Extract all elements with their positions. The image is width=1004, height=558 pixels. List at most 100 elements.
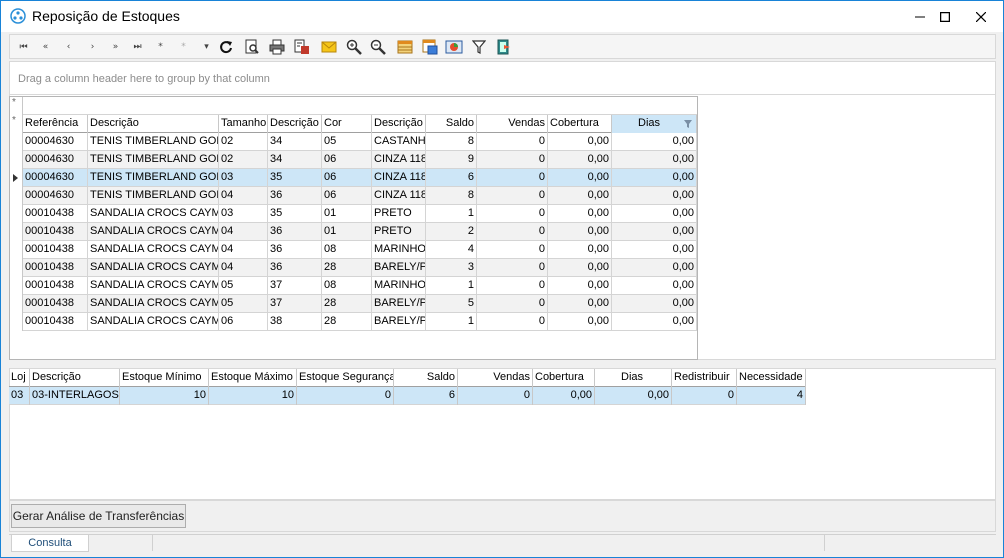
cell-descricao-cor: BARELY/PI <box>372 259 426 277</box>
prev-icon[interactable]: ‹ <box>58 37 78 57</box>
col-header-vendas[interactable]: Vendas <box>477 115 548 133</box>
cell-vendas: 0 <box>477 151 548 169</box>
cell-descricao: TENIS TIMBERLAND GORGE <box>88 169 219 187</box>
filter-nav-icon[interactable]: ▾ <box>196 37 216 57</box>
row-indicator[interactable] <box>10 151 23 169</box>
row-indicator[interactable] <box>10 187 23 205</box>
row-indicator[interactable] <box>10 133 23 151</box>
cell-cor: 01 <box>322 223 372 241</box>
email-icon[interactable] <box>319 37 339 57</box>
cell-descricao: SANDALIA CROCS CAYMAN <box>88 205 219 223</box>
cell-referencia: 00010438 <box>23 277 88 295</box>
table-row[interactable]: 03 03-INTERLAGOS 10 10 0 6 0 0,00 0,00 0… <box>9 387 806 405</box>
cell-saldo: 2 <box>426 223 477 241</box>
col-header-descricao[interactable]: Descrição <box>88 115 219 133</box>
table-row[interactable]: 00004630TENIS TIMBERLAND GORGE043606CINZ… <box>10 187 697 205</box>
row-indicator[interactable] <box>10 205 23 223</box>
table-row[interactable]: 00010438SANDALIA CROCS CAYMAN043608MARIN… <box>10 241 697 259</box>
cell-descricao-tamanho: 38 <box>268 313 322 331</box>
table-row[interactable]: 00004630TENIS TIMBERLAND GORGE033506CINZ… <box>10 169 697 187</box>
col-header-saldo[interactable]: Saldo <box>426 115 477 133</box>
tab-consulta[interactable]: Consulta <box>11 535 89 552</box>
col-header-estoque-maximo[interactable]: Estoque Máximo <box>209 369 297 387</box>
col-header-descricao[interactable]: Descrição <box>30 369 120 387</box>
prev-page-icon[interactable]: « <box>35 37 55 57</box>
cell-descricao-tamanho: 35 <box>268 205 322 223</box>
col-header-loj[interactable]: Loj <box>9 369 30 387</box>
delete-icon[interactable]: * <box>173 37 193 57</box>
zoom-in-icon[interactable] <box>344 37 364 57</box>
exit-icon[interactable] <box>494 37 514 57</box>
cell-necessidade: 4 <box>737 387 806 405</box>
cell-descricao: SANDALIA CROCS CAYMAN <box>88 313 219 331</box>
group-panel[interactable]: Drag a column header here to group by th… <box>9 61 996 95</box>
col-header-cobertura[interactable]: Cobertura <box>548 115 612 133</box>
cell-dias: 0,00 <box>612 295 697 313</box>
cell-descricao-cor: MARINHO, <box>372 241 426 259</box>
col-header-dias[interactable]: Dias <box>612 115 697 133</box>
filter-icon[interactable] <box>469 37 489 57</box>
col-header-vendas[interactable]: Vendas <box>458 369 533 387</box>
row-indicator[interactable] <box>10 241 23 259</box>
table-row[interactable]: 00010438SANDALIA CROCS CAYMAN053708MARIN… <box>10 277 697 295</box>
cell-vendas: 0 <box>477 313 548 331</box>
zoom-out-icon[interactable] <box>368 37 388 57</box>
cell-saldo: 3 <box>426 259 477 277</box>
col-header-descricao-tamanho[interactable]: Descrição <box>268 115 322 133</box>
table-row[interactable]: 00010438SANDALIA CROCS CAYMAN053728BAREL… <box>10 295 697 313</box>
col-header-descricao-cor[interactable]: Descrição <box>372 115 426 133</box>
row-indicator[interactable] <box>10 223 23 241</box>
close-button[interactable] <box>958 1 1003 32</box>
last-icon[interactable]: ⏭ <box>127 37 147 57</box>
col-header-cor[interactable]: Cor <box>322 115 372 133</box>
column-filter-icon[interactable] <box>684 120 692 128</box>
col-header-cobertura[interactable]: Cobertura <box>533 369 595 387</box>
row-indicator[interactable] <box>10 313 23 331</box>
cell-cor: 05 <box>322 133 372 151</box>
row-indicator[interactable] <box>10 259 23 277</box>
table-row[interactable]: 00010438SANDALIA CROCS CAYMAN043628BAREL… <box>10 259 697 277</box>
col-header-estoque-minimo[interactable]: Estoque Mínimo <box>120 369 209 387</box>
cell-tamanho: 02 <box>219 151 268 169</box>
print-preview-icon[interactable] <box>242 37 262 57</box>
grid-filter-row[interactable]: * <box>10 97 697 115</box>
table-row[interactable]: 00010438SANDALIA CROCS CAYMAN033501PRETO… <box>10 205 697 223</box>
cell-cor: 08 <box>322 277 372 295</box>
row-indicator[interactable] <box>10 169 23 187</box>
gerar-analise-button[interactable]: Gerar Análise de Transferências <box>11 504 186 528</box>
cell-saldo: 1 <box>426 205 477 223</box>
print-icon[interactable] <box>267 37 287 57</box>
title-bar: Reposição de Estoques <box>1 1 1003 32</box>
cell-referencia: 00010438 <box>23 223 88 241</box>
next-page-icon[interactable]: » <box>105 37 125 57</box>
col-header-referencia[interactable]: Referência <box>23 115 88 133</box>
first-icon[interactable]: ⏮ <box>13 37 33 57</box>
layout-icon[interactable] <box>420 37 440 57</box>
maximize-button[interactable] <box>930 1 960 32</box>
stores-grid-header: Loj Descrição Estoque Mínimo Estoque Máx… <box>9 369 806 387</box>
row-indicator[interactable] <box>10 295 23 313</box>
refresh-icon[interactable] <box>216 37 236 57</box>
cell-saldo: 5 <box>426 295 477 313</box>
col-header-saldo[interactable]: Saldo <box>394 369 458 387</box>
col-header-estoque-seguranca[interactable]: Estoque Segurança <box>297 369 394 387</box>
columns-icon[interactable] <box>395 37 415 57</box>
table-row[interactable]: 00010438SANDALIA CROCS CAYMAN063828BAREL… <box>10 313 697 331</box>
col-header-tamanho[interactable]: Tamanho <box>219 115 268 133</box>
col-header-dias[interactable]: Dias <box>595 369 672 387</box>
next-icon[interactable]: › <box>82 37 102 57</box>
col-header-necessidade[interactable]: Necessidade <box>737 369 806 387</box>
col-header-redistribuir[interactable]: Redistribuir <box>672 369 737 387</box>
row-indicator[interactable] <box>10 277 23 295</box>
chart-icon[interactable] <box>444 37 464 57</box>
table-row[interactable]: 00010438SANDALIA CROCS CAYMAN043601PRETO… <box>10 223 697 241</box>
table-row[interactable]: 00004630TENIS TIMBERLAND GORGE023406CINZ… <box>10 151 697 169</box>
cell-referencia: 00010438 <box>23 241 88 259</box>
export-icon[interactable] <box>292 37 312 57</box>
cell-vendas: 0 <box>477 259 548 277</box>
table-row[interactable]: 00004630TENIS TIMBERLAND GORGE023405CAST… <box>10 133 697 151</box>
cell-redistribuir: 0 <box>672 387 737 405</box>
cell-cobertura: 0,00 <box>548 277 612 295</box>
cell-descricao-cor: BARELY/PI <box>372 295 426 313</box>
insert-icon[interactable]: * <box>150 37 170 57</box>
